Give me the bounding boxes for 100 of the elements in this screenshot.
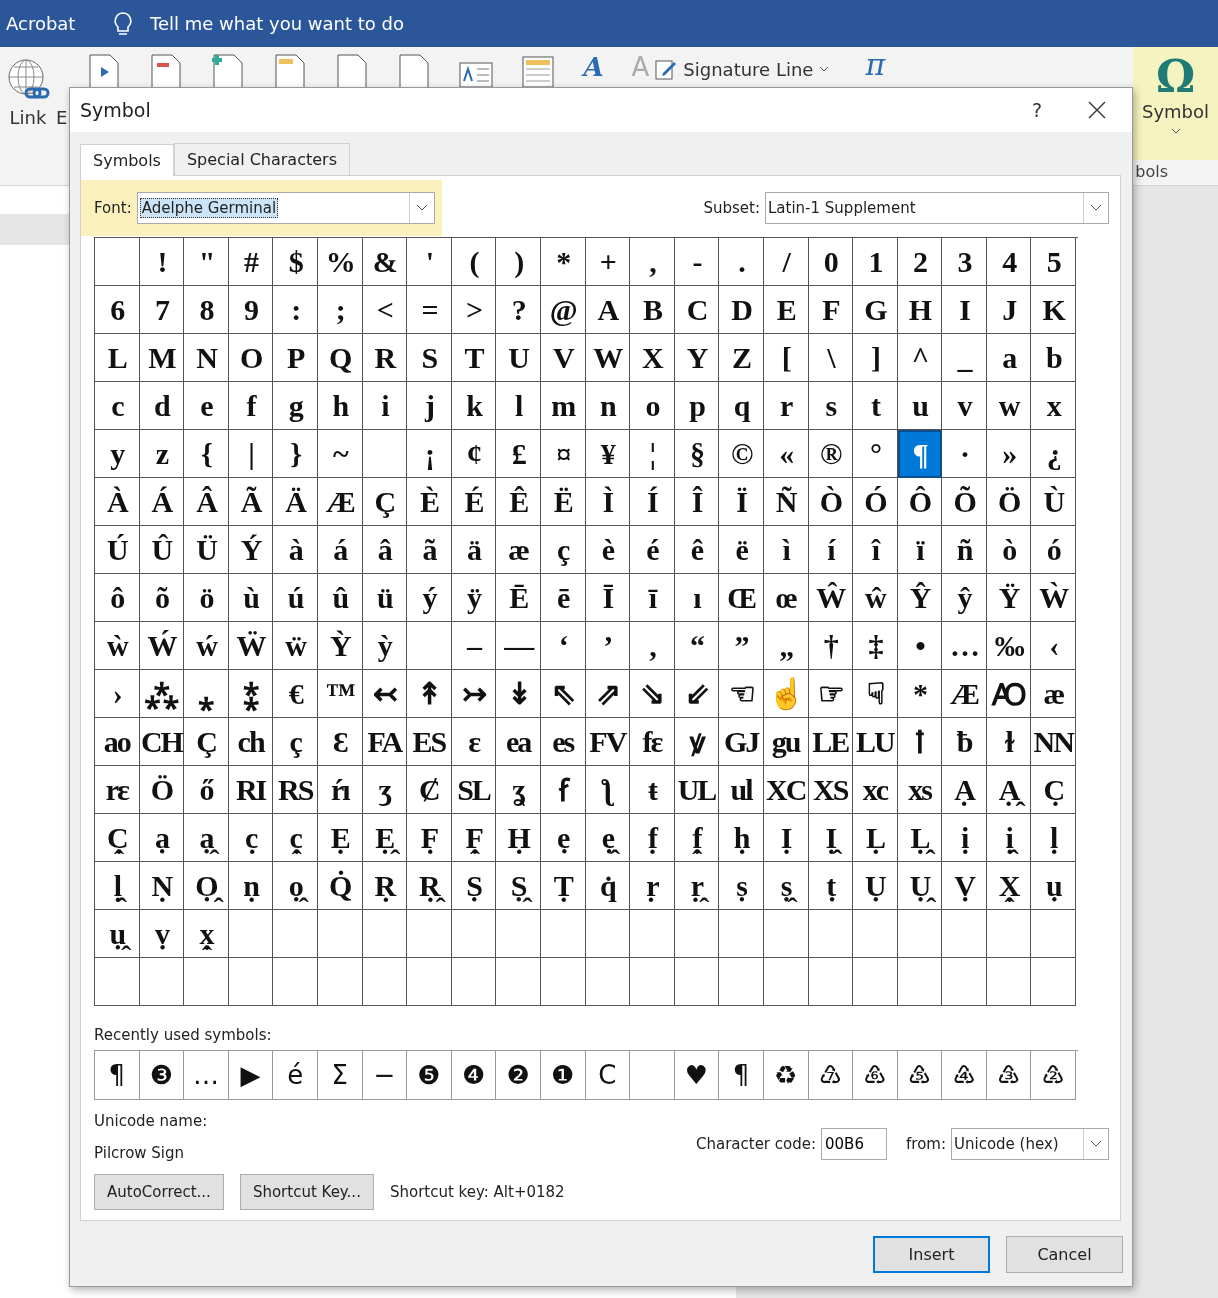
character-cell[interactable]: Q — [317, 334, 363, 382]
page-icon[interactable] — [335, 53, 370, 89]
character-cell[interactable]: ƀ — [942, 718, 987, 766]
character-cell[interactable]: xc — [853, 766, 898, 814]
recent-character-cell[interactable]: ♴ — [1031, 1051, 1077, 1100]
character-cell[interactable]: À — [95, 478, 140, 526]
character-cell[interactable]: é — [630, 526, 675, 574]
character-cell[interactable]: Ÿ — [986, 574, 1032, 622]
character-cell[interactable]: b — [1031, 334, 1077, 382]
character-cell[interactable]: e — [184, 382, 229, 430]
character-cell[interactable]: æ — [1031, 670, 1077, 718]
character-cell[interactable]: xs — [897, 766, 943, 814]
character-cell[interactable]: œ — [763, 574, 809, 622]
character-cell[interactable]: gu — [763, 718, 809, 766]
character-cell[interactable]: P — [273, 334, 318, 382]
character-cell[interactable]: Ḷ — [853, 814, 898, 862]
character-code-field[interactable]: 00B6 — [821, 1128, 888, 1160]
character-cell[interactable]: ⇖ — [540, 670, 586, 718]
character-cell[interactable]: } — [273, 430, 318, 478]
autocorrect-button[interactable]: AutoCorrect... — [94, 1174, 224, 1210]
character-cell[interactable]: › — [95, 670, 140, 718]
empty-symbol-cell[interactable] — [407, 622, 452, 670]
recent-character-cell[interactable]: ¶ — [719, 1051, 764, 1100]
character-cell[interactable]: ñ — [942, 526, 987, 574]
recent-character-cell[interactable]: ♹ — [808, 1051, 854, 1100]
character-cell[interactable]: H — [897, 286, 943, 334]
character-cell[interactable]: N — [184, 334, 229, 382]
character-cell[interactable]: E — [763, 286, 809, 334]
character-cell[interactable]: r — [763, 382, 809, 430]
recent-character-cell[interactable]: ♷ — [897, 1051, 943, 1100]
character-cell[interactable]: Ú — [95, 526, 140, 574]
character-cell[interactable]: Ñ — [763, 478, 809, 526]
character-cell[interactable]: Ã — [228, 478, 274, 526]
character-cell[interactable]: ↢ — [362, 670, 408, 718]
character-cell[interactable]: XC — [763, 766, 809, 814]
character-cell[interactable]: ạ̭ — [184, 814, 229, 862]
character-cell[interactable]: Ä — [273, 478, 318, 526]
lightbulb-icon[interactable] — [112, 10, 134, 37]
character-cell[interactable]: Ạ — [942, 766, 987, 814]
character-cell[interactable]: © — [719, 430, 764, 478]
recent-character-cell[interactable]: ¶ — [95, 1051, 140, 1100]
character-cell[interactable]: ƪ — [585, 766, 631, 814]
character-cell[interactable]: : — [273, 286, 318, 334]
character-cell[interactable]: F̣̭ — [451, 814, 497, 862]
empty-symbol-cell[interactable] — [362, 430, 408, 478]
character-cell[interactable]: Ạ̭ — [986, 766, 1032, 814]
dialog-tab[interactable]: Symbols — [80, 144, 174, 176]
character-cell[interactable]: LE — [808, 718, 854, 766]
character-cell[interactable]: ] — [853, 334, 898, 382]
character-cell[interactable]: D — [719, 286, 764, 334]
character-cell[interactable]: ch — [228, 718, 274, 766]
character-cell[interactable]: Ṿ — [942, 862, 987, 910]
character-cell[interactable]: Ì — [585, 478, 631, 526]
character-cell[interactable]: ⁎ — [184, 670, 229, 718]
character-cell[interactable]: T — [451, 334, 497, 382]
character-cell[interactable]: y — [95, 430, 140, 478]
character-cell[interactable]: Ṭ — [540, 862, 586, 910]
insert-button[interactable]: Insert — [873, 1236, 990, 1273]
character-cell[interactable]: ™ — [317, 670, 363, 718]
character-cell[interactable]: ¢ — [451, 430, 497, 478]
character-cell[interactable]: ÿ — [451, 574, 497, 622]
character-cell[interactable]: Ị̭ — [808, 814, 854, 862]
character-cell[interactable]: RI — [228, 766, 274, 814]
character-cell[interactable]: ¥ — [585, 430, 631, 478]
character-cell[interactable]: & — [362, 238, 408, 286]
character-cell[interactable]: Ẹ̭ — [362, 814, 408, 862]
character-cell[interactable]: Ù — [1031, 478, 1077, 526]
character-cell[interactable]: M — [139, 334, 185, 382]
character-cell[interactable]: UL — [674, 766, 720, 814]
character-cell[interactable]: Ọ̭ — [184, 862, 229, 910]
character-cell[interactable]: C̣̭ — [95, 814, 140, 862]
character-cell[interactable]: I — [942, 286, 987, 334]
character-cell[interactable]: # — [228, 238, 274, 286]
character-cell[interactable]: ụ̭ — [95, 910, 140, 958]
character-cell[interactable]: FV — [585, 718, 631, 766]
character-cell[interactable]: \ — [808, 334, 854, 382]
character-cell[interactable]: F̣ — [407, 814, 452, 862]
character-cell[interactable]: F — [808, 286, 854, 334]
character-cell[interactable]: Ṇ — [139, 862, 185, 910]
character-cell[interactable]: Ṛ̭ — [407, 862, 452, 910]
character-cell[interactable]: Ü — [184, 526, 229, 574]
character-cell[interactable]: ; — [317, 286, 363, 334]
character-cell[interactable]: ® — [808, 430, 854, 478]
character-cell[interactable]: Ó — [853, 478, 898, 526]
character-cell[interactable]: ” — [719, 622, 764, 670]
character-cell[interactable]: « — [763, 430, 809, 478]
page-icon[interactable] — [149, 53, 184, 89]
character-cell[interactable]: ul — [719, 766, 764, 814]
tell-me-search[interactable]: Tell me what you want to do — [150, 13, 404, 34]
character-cell[interactable]: ↣ — [451, 670, 497, 718]
character-cell[interactable]: ☜ — [719, 670, 764, 718]
page-icon[interactable] — [273, 53, 308, 89]
help-button[interactable]: ? — [1031, 99, 1042, 121]
font-dropdown[interactable]: Adelphe Germinal — [136, 192, 435, 224]
character-cell[interactable]: ḷ̭ — [95, 862, 140, 910]
character-cell[interactable]: ¿ — [1031, 430, 1077, 478]
dialog-tab[interactable]: Special Characters — [173, 143, 350, 175]
character-cell[interactable]: ö — [184, 574, 229, 622]
character-cell[interactable]: ẜ — [540, 766, 586, 814]
character-cell[interactable]: ES — [407, 718, 452, 766]
